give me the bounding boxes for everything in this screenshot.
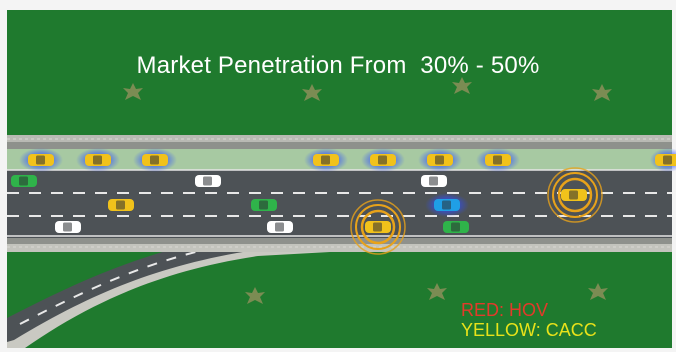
car-icon xyxy=(561,189,587,201)
car-icon xyxy=(195,175,221,187)
slide-title: Market Penetration From 30% - 50% xyxy=(136,52,540,79)
car-icon xyxy=(365,221,391,233)
car-icon xyxy=(313,154,339,166)
car-icon xyxy=(434,199,460,211)
car-icon xyxy=(251,199,277,211)
car-icon xyxy=(85,154,111,166)
car-icon xyxy=(655,154,676,166)
car-icon xyxy=(427,154,453,166)
car-icon xyxy=(485,154,511,166)
car-icon xyxy=(55,221,81,233)
car-icon xyxy=(267,221,293,233)
car-icon xyxy=(421,175,447,187)
car-icon xyxy=(142,154,168,166)
legend-hov: RED: HOV xyxy=(461,300,549,320)
car-icon xyxy=(370,154,396,166)
car-icon xyxy=(11,175,37,187)
car-icon xyxy=(443,221,469,233)
car-icon xyxy=(28,154,54,166)
legend-cacc: YELLOW: CACC xyxy=(461,320,597,340)
car-icon xyxy=(108,199,134,211)
legend: RED: HOV YELLOW: CACC xyxy=(461,300,597,340)
traffic-simulation-scene: Market Penetration From 30% - 50% RED: H… xyxy=(0,0,676,352)
